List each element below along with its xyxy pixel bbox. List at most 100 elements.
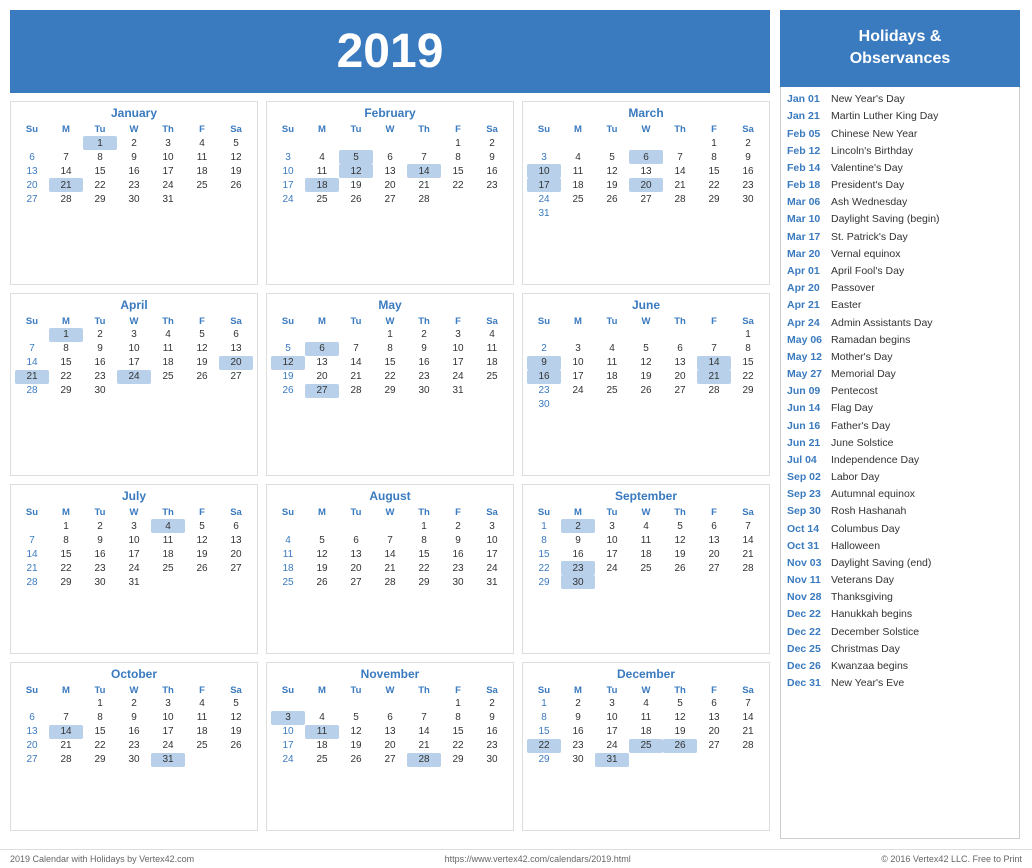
calendar-day[interactable]: 6 xyxy=(219,328,253,342)
calendar-day[interactable]: 13 xyxy=(219,533,253,547)
calendar-day[interactable]: 23 xyxy=(561,561,595,575)
calendar-day[interactable]: 8 xyxy=(527,533,561,547)
calendar-day[interactable]: 25 xyxy=(595,384,629,398)
calendar-day[interactable]: 4 xyxy=(475,328,509,342)
calendar-day[interactable]: 25 xyxy=(151,561,185,575)
calendar-day[interactable] xyxy=(339,328,373,342)
calendar-day[interactable]: 1 xyxy=(731,328,765,342)
calendar-day[interactable]: 9 xyxy=(731,150,765,164)
calendar-day[interactable]: 3 xyxy=(595,519,629,533)
calendar-day[interactable]: 24 xyxy=(475,561,509,575)
calendar-day[interactable]: 21 xyxy=(731,547,765,561)
calendar-day[interactable] xyxy=(271,136,305,150)
calendar-day[interactable]: 24 xyxy=(117,370,151,384)
calendar-day[interactable]: 18 xyxy=(185,164,219,178)
calendar-day[interactable]: 4 xyxy=(629,519,663,533)
calendar-day[interactable]: 3 xyxy=(271,150,305,164)
calendar-day[interactable]: 8 xyxy=(83,150,117,164)
calendar-day[interactable]: 24 xyxy=(151,178,185,192)
calendar-day[interactable]: 19 xyxy=(339,739,373,753)
calendar-day[interactable]: 19 xyxy=(219,725,253,739)
calendar-day[interactable] xyxy=(595,398,629,412)
calendar-day[interactable]: 23 xyxy=(117,178,151,192)
calendar-day[interactable]: 30 xyxy=(561,575,595,589)
calendar-day[interactable] xyxy=(697,575,731,589)
calendar-day[interactable]: 25 xyxy=(475,370,509,384)
calendar-day[interactable] xyxy=(697,328,731,342)
calendar-day[interactable]: 30 xyxy=(83,575,117,589)
calendar-day[interactable]: 22 xyxy=(407,561,441,575)
calendar-day[interactable]: 28 xyxy=(15,384,49,398)
calendar-day[interactable]: 20 xyxy=(15,178,49,192)
calendar-day[interactable]: 21 xyxy=(15,561,49,575)
calendar-day[interactable]: 15 xyxy=(407,547,441,561)
calendar-day[interactable]: 7 xyxy=(731,697,765,711)
calendar-day[interactable] xyxy=(15,519,49,533)
calendar-day[interactable]: 23 xyxy=(731,178,765,192)
calendar-day[interactable]: 11 xyxy=(595,356,629,370)
calendar-day[interactable]: 1 xyxy=(441,697,475,711)
calendar-day[interactable]: 13 xyxy=(15,164,49,178)
calendar-day[interactable]: 7 xyxy=(339,342,373,356)
calendar-day[interactable]: 28 xyxy=(731,561,765,575)
calendar-day[interactable]: 1 xyxy=(527,519,561,533)
calendar-day[interactable]: 10 xyxy=(595,711,629,725)
calendar-day[interactable]: 3 xyxy=(561,342,595,356)
calendar-day[interactable]: 5 xyxy=(595,150,629,164)
calendar-day[interactable]: 7 xyxy=(15,342,49,356)
calendar-day[interactable] xyxy=(117,384,151,398)
calendar-day[interactable]: 16 xyxy=(117,725,151,739)
calendar-day[interactable]: 1 xyxy=(49,519,83,533)
calendar-day[interactable] xyxy=(339,519,373,533)
calendar-day[interactable]: 29 xyxy=(49,384,83,398)
calendar-day[interactable]: 23 xyxy=(407,370,441,384)
calendar-day[interactable]: 15 xyxy=(697,164,731,178)
calendar-day[interactable]: 15 xyxy=(441,725,475,739)
calendar-day[interactable]: 7 xyxy=(407,150,441,164)
calendar-day[interactable]: 11 xyxy=(185,150,219,164)
calendar-day[interactable] xyxy=(407,697,441,711)
calendar-day[interactable]: 7 xyxy=(697,342,731,356)
calendar-day[interactable]: 19 xyxy=(305,561,339,575)
calendar-day[interactable]: 10 xyxy=(441,342,475,356)
calendar-day[interactable]: 18 xyxy=(595,370,629,384)
calendar-day[interactable]: 9 xyxy=(561,711,595,725)
calendar-day[interactable]: 25 xyxy=(151,370,185,384)
calendar-day[interactable]: 21 xyxy=(663,178,697,192)
calendar-day[interactable] xyxy=(185,192,219,206)
calendar-day[interactable] xyxy=(561,206,595,220)
calendar-day[interactable]: 26 xyxy=(185,370,219,384)
calendar-day[interactable] xyxy=(475,384,509,398)
calendar-day[interactable] xyxy=(219,384,253,398)
calendar-day[interactable]: 12 xyxy=(663,711,697,725)
calendar-day[interactable]: 21 xyxy=(407,178,441,192)
calendar-day[interactable]: 23 xyxy=(561,739,595,753)
calendar-day[interactable]: 17 xyxy=(271,178,305,192)
calendar-day[interactable]: 2 xyxy=(83,328,117,342)
calendar-day[interactable]: 30 xyxy=(441,575,475,589)
calendar-day[interactable]: 31 xyxy=(475,575,509,589)
calendar-day[interactable]: 8 xyxy=(441,711,475,725)
calendar-day[interactable]: 25 xyxy=(629,739,663,753)
calendar-day[interactable] xyxy=(663,206,697,220)
calendar-day[interactable]: 30 xyxy=(117,192,151,206)
calendar-day[interactable]: 12 xyxy=(595,164,629,178)
calendar-day[interactable]: 25 xyxy=(185,739,219,753)
calendar-day[interactable]: 19 xyxy=(629,370,663,384)
calendar-day[interactable]: 2 xyxy=(441,519,475,533)
calendar-day[interactable]: 12 xyxy=(219,150,253,164)
calendar-day[interactable]: 16 xyxy=(561,725,595,739)
calendar-day[interactable]: 26 xyxy=(595,192,629,206)
calendar-day[interactable]: 11 xyxy=(305,164,339,178)
calendar-day[interactable]: 29 xyxy=(83,192,117,206)
calendar-day[interactable]: 5 xyxy=(305,533,339,547)
calendar-day[interactable]: 22 xyxy=(49,561,83,575)
calendar-day[interactable] xyxy=(219,575,253,589)
calendar-day[interactable]: 27 xyxy=(219,370,253,384)
calendar-day[interactable]: 10 xyxy=(561,356,595,370)
calendar-day[interactable] xyxy=(629,206,663,220)
calendar-day[interactable] xyxy=(185,753,219,767)
calendar-day[interactable]: 4 xyxy=(305,150,339,164)
calendar-day[interactable] xyxy=(339,697,373,711)
calendar-day[interactable]: 11 xyxy=(151,533,185,547)
